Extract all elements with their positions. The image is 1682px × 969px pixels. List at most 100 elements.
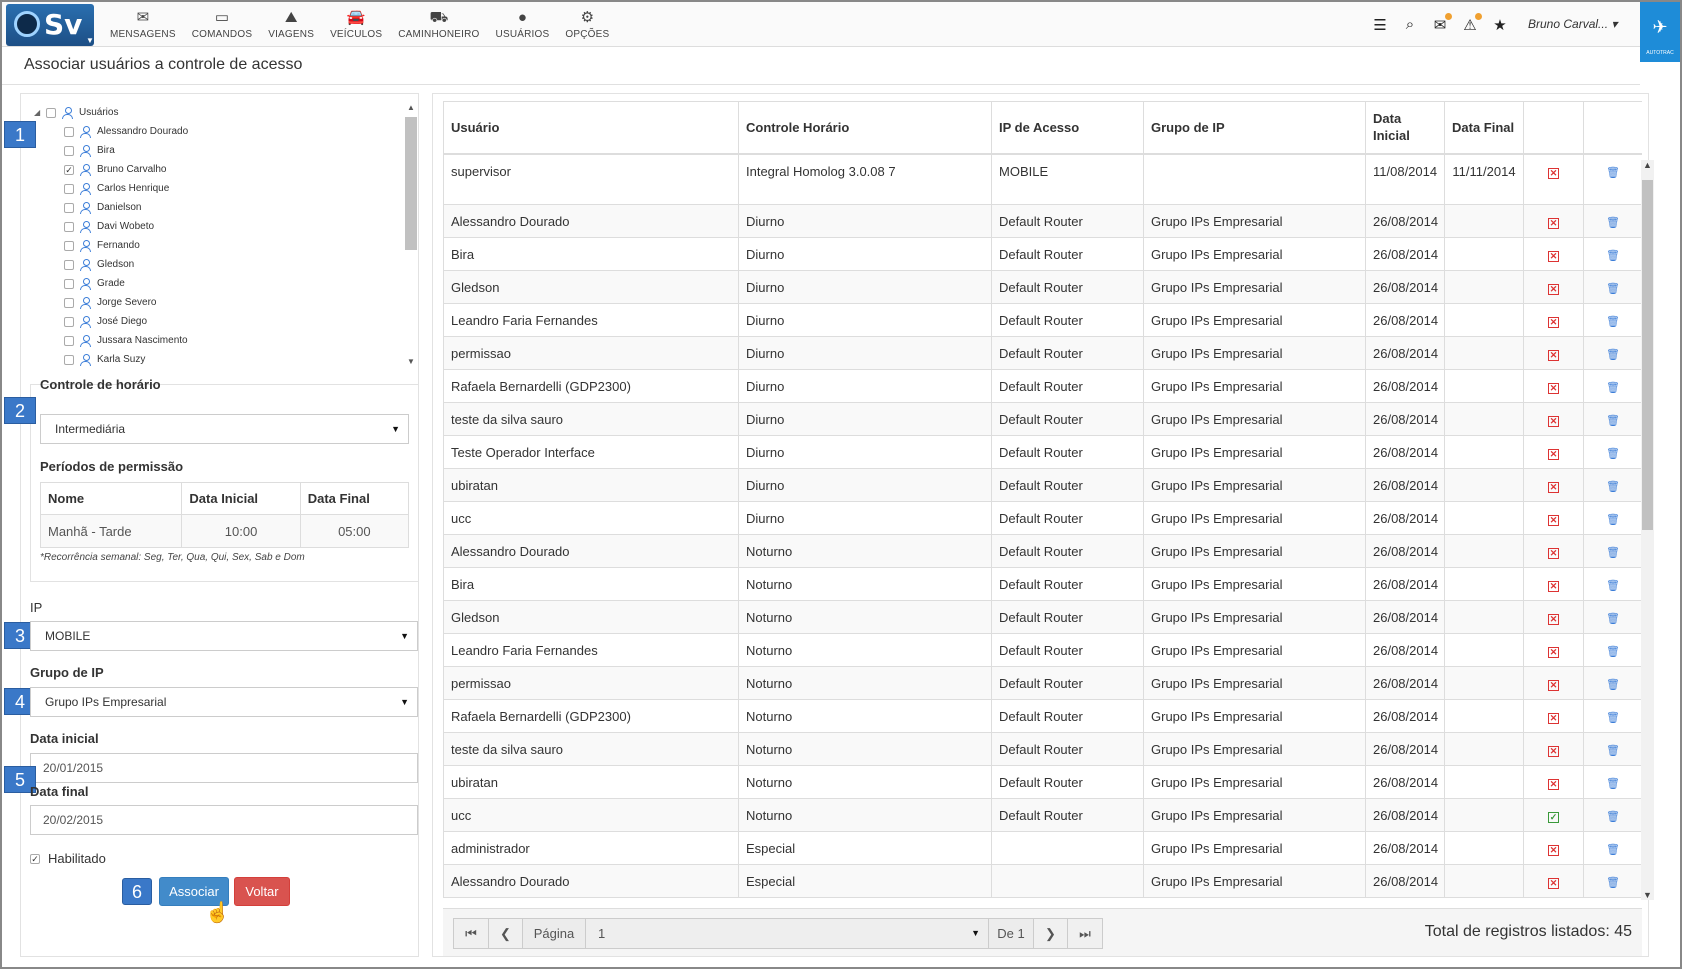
nav-item-usuários[interactable]: ● USUÁRIOS [488, 2, 558, 47]
nav-item-viagens[interactable]: ⛰ VIAGENS [260, 2, 322, 47]
tree-item[interactable]: Davi Wobeto [64, 217, 154, 236]
nav-item-mensagens[interactable]: ✉ MENSAGENS [102, 2, 184, 47]
status-cell[interactable]: ✕ [1523, 369, 1584, 403]
star-icon[interactable]: ★ [1492, 16, 1508, 34]
close-icon[interactable]: ✕ [1548, 448, 1559, 460]
nav-item-opções[interactable]: ⚙ OPÇÕES [557, 2, 617, 47]
check-icon[interactable]: ✓ [1548, 811, 1559, 823]
scroll-up-icon[interactable]: ▲ [404, 103, 418, 115]
search-icon[interactable]: ⌕ [1402, 16, 1418, 33]
enabled-checkbox-row[interactable]: ✓ Habilitado [30, 851, 106, 866]
close-icon[interactable]: ✕ [1548, 316, 1559, 328]
close-icon[interactable]: ✕ [1548, 514, 1559, 526]
delete-cell[interactable]: 🗑 [1583, 567, 1642, 601]
close-icon[interactable]: ✕ [1548, 613, 1559, 625]
column-header[interactable]: Usuário [443, 101, 739, 155]
trash-icon[interactable]: 🗑 [1606, 480, 1620, 493]
status-cell[interactable]: ✕ [1523, 402, 1584, 436]
tree-checkbox[interactable] [64, 126, 74, 137]
scroll-thumb[interactable] [405, 117, 417, 250]
table-row[interactable]: supervisor Integral Homolog 3.0.08 7 MOBIL… [443, 153, 1642, 205]
tree-checkbox[interactable] [64, 240, 74, 251]
status-cell[interactable]: ✕ [1523, 666, 1584, 700]
close-icon[interactable]: ✕ [1548, 415, 1559, 427]
back-button[interactable]: Voltar [234, 877, 290, 906]
trash-icon[interactable]: 🗑 [1606, 579, 1620, 592]
delete-cell[interactable]: 🗑 [1583, 534, 1642, 568]
column-header[interactable]: Data Inicial [1365, 101, 1445, 155]
table-row[interactable]: ubiratan Diurno Default Router Grupo IPs Em… [443, 468, 1642, 502]
tree-checkbox[interactable] [64, 145, 74, 156]
delete-cell[interactable]: 🗑 [1583, 765, 1642, 799]
table-row[interactable]: ucc Noturno Default Router Grupo IPs Empres… [443, 798, 1642, 832]
table-row[interactable]: permissao Diurno Default Router Grupo IPs E… [443, 336, 1642, 370]
column-header[interactable]: Controle Horário [738, 101, 992, 155]
delete-cell[interactable]: 🗑 [1583, 666, 1642, 700]
close-icon[interactable]: ✕ [1548, 877, 1559, 889]
tree-checkbox[interactable] [64, 202, 74, 213]
delete-cell[interactable]: 🗑 [1583, 864, 1642, 898]
table-row[interactable]: Teste Operador Interface Diurno Default Ro… [443, 435, 1642, 469]
status-cell[interactable]: ✕ [1523, 303, 1584, 337]
status-cell[interactable]: ✕ [1523, 501, 1584, 535]
close-icon[interactable]: ✕ [1548, 283, 1559, 295]
close-icon[interactable]: ✕ [1548, 712, 1559, 724]
delete-cell[interactable]: 🗑 [1583, 153, 1642, 205]
status-cell[interactable]: ✕ [1523, 468, 1584, 502]
column-header[interactable]: Data Final [1444, 101, 1524, 155]
tree-checkbox[interactable] [64, 335, 74, 346]
table-row[interactable]: ubiratan Noturno Default Router Grupo IPs E… [443, 765, 1642, 799]
table-row[interactable]: Rafaela Bernardelli (GDP2300) Noturno Defa… [443, 699, 1642, 733]
table-row[interactable]: teste da silva sauro Diurno Default Router… [443, 402, 1642, 436]
close-icon[interactable]: ✕ [1548, 646, 1559, 658]
tree-item[interactable]: Gledson [64, 255, 134, 274]
table-row[interactable]: Alessandro Dourado Noturno Default Router G… [443, 534, 1642, 568]
delete-cell[interactable]: 🗑 [1583, 369, 1642, 403]
tree-checkbox[interactable] [64, 297, 74, 308]
ip-select[interactable]: MOBILE ▼ [30, 621, 418, 651]
tree-item[interactable]: ✓ Bruno Carvalho [64, 160, 166, 179]
scroll-thumb[interactable] [1642, 180, 1653, 530]
trash-icon[interactable]: 🗑 [1606, 348, 1620, 361]
trash-icon[interactable]: 🗑 [1606, 678, 1620, 691]
expand-icon[interactable]: ◢ [34, 108, 46, 117]
table-row[interactable]: Leandro Faria Fernandes Diurno Default Rou… [443, 303, 1642, 337]
status-cell[interactable]: ✕ [1523, 864, 1584, 898]
close-icon[interactable]: ✕ [1548, 679, 1559, 691]
close-icon[interactable]: ✕ [1548, 547, 1559, 559]
tree-item[interactable]: Danielson [64, 198, 141, 217]
tree-item[interactable]: Fernando [64, 236, 140, 255]
trash-icon[interactable]: 🗑 [1606, 744, 1620, 757]
nav-item-comandos[interactable]: ▭ COMANDOS [184, 2, 261, 47]
table-row[interactable]: Bira Noturno Default Router Grupo IPs Empre… [443, 567, 1642, 601]
scroll-down-icon[interactable]: ▼ [1641, 890, 1654, 900]
user-menu[interactable]: Bruno Carval... ▾ [1528, 2, 1617, 47]
mail-icon[interactable]: ✉ [1432, 12, 1452, 34]
ip-group-select[interactable]: Grupo IPs Empresarial ▼ [30, 687, 418, 717]
table-row[interactable]: permissao Noturno Default Router Grupo IPs … [443, 666, 1642, 700]
status-cell[interactable]: ✓ [1523, 798, 1584, 832]
list-icon[interactable]: ☰ [1372, 16, 1388, 34]
start-date-input[interactable]: 20/01/2015 [30, 753, 418, 783]
delete-cell[interactable]: 🗑 [1583, 270, 1642, 304]
trash-icon[interactable]: 🗑 [1606, 843, 1620, 856]
page-select[interactable]: 1 ▼ [585, 918, 989, 949]
delete-cell[interactable]: 🗑 [1583, 303, 1642, 337]
grid-scrollbar[interactable]: ▲ ▼ [1641, 160, 1654, 900]
trash-icon[interactable]: 🗑 [1606, 216, 1620, 229]
close-icon[interactable]: ✕ [1548, 349, 1559, 361]
close-icon[interactable]: ✕ [1548, 167, 1559, 179]
close-icon[interactable]: ✕ [1548, 481, 1559, 493]
delete-cell[interactable]: 🗑 [1583, 798, 1642, 832]
trash-icon[interactable]: 🗑 [1606, 414, 1620, 427]
close-icon[interactable]: ✕ [1548, 382, 1559, 394]
enabled-checkbox[interactable]: ✓ [30, 853, 40, 864]
tree-root[interactable]: ◢ Usuários [34, 103, 118, 122]
bell-icon[interactable]: ⚠ [1462, 12, 1482, 34]
status-cell[interactable]: ✕ [1523, 534, 1584, 568]
tree-checkbox[interactable] [64, 354, 74, 365]
tree-scrollbar[interactable]: ▲ ▼ [404, 103, 418, 369]
tree-checkbox[interactable] [64, 221, 74, 232]
status-cell[interactable]: ✕ [1523, 336, 1584, 370]
trash-icon[interactable]: 🗑 [1606, 777, 1620, 790]
